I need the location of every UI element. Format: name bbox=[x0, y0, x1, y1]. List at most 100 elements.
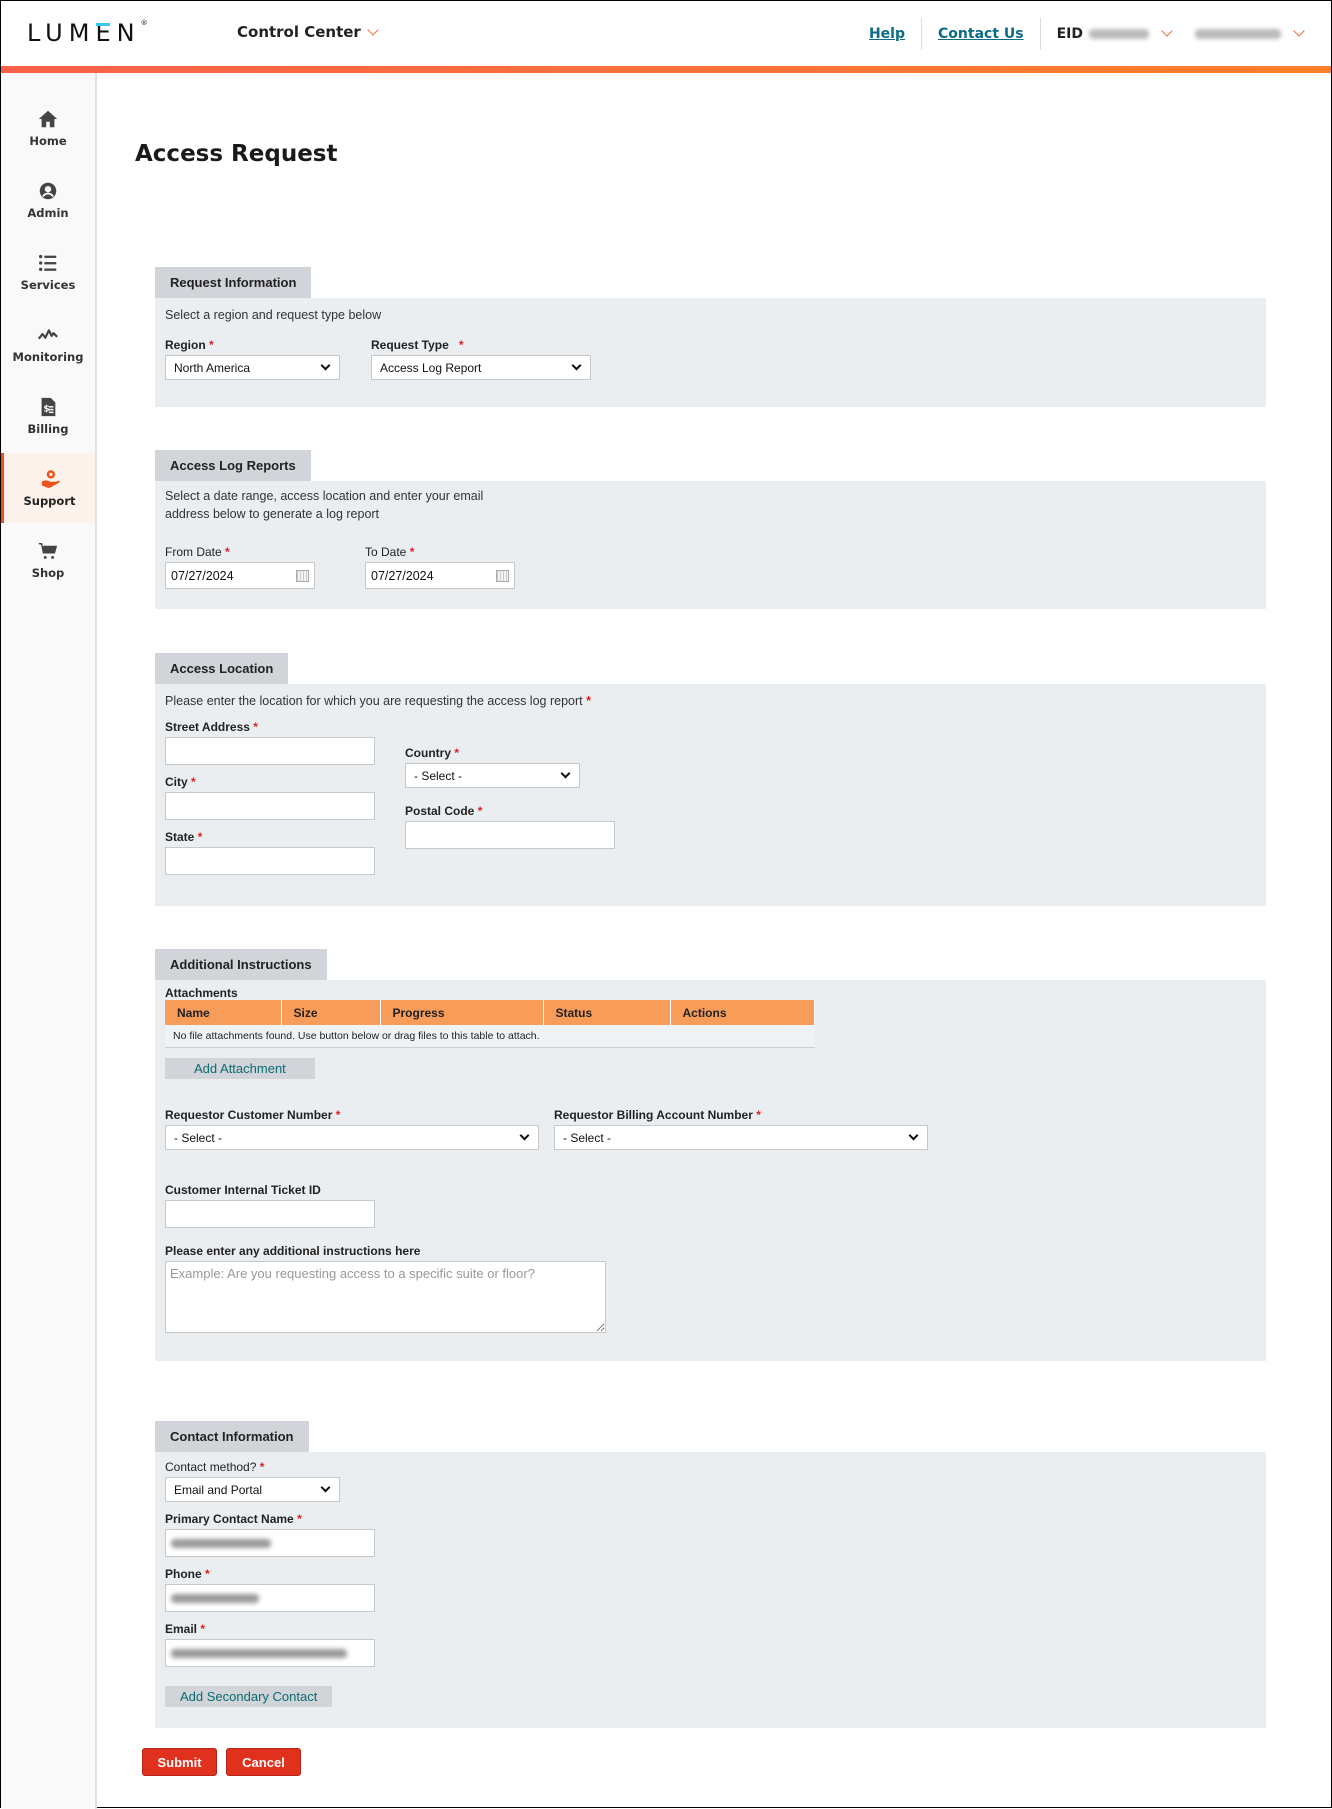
contact-us-link[interactable]: Contact Us bbox=[922, 26, 1040, 42]
request-type-select[interactable]: Access Log Report bbox=[371, 355, 591, 380]
email-field: Email * bbox=[165, 1622, 375, 1667]
required-marker: * bbox=[477, 804, 483, 818]
section-hint-line-2: address below to generate a log report bbox=[165, 507, 380, 521]
street-address-label: Street Address bbox=[165, 720, 250, 734]
billing-account-label: Requestor Billing Account Number bbox=[554, 1108, 753, 1122]
to-date-label: To Date bbox=[365, 545, 407, 559]
chevron-down-icon bbox=[519, 1130, 530, 1141]
column-header-actions[interactable]: Actions bbox=[670, 1000, 815, 1025]
required-marker: * bbox=[200, 1622, 206, 1636]
list-icon bbox=[39, 254, 57, 272]
sidebar-item-support[interactable]: Support bbox=[1, 453, 95, 523]
support-hand-icon bbox=[41, 470, 60, 488]
country-select[interactable]: - Select - bbox=[405, 763, 580, 788]
sidebar-item-label: Shop bbox=[31, 566, 65, 580]
submit-button[interactable]: Submit bbox=[142, 1748, 217, 1776]
sidebar-item-label: Services bbox=[20, 278, 76, 292]
sidebar-item-services[interactable]: Services bbox=[1, 237, 95, 307]
sidebar-item-monitoring[interactable]: Monitoring bbox=[1, 309, 95, 379]
add-attachment-button[interactable]: Add Attachment bbox=[165, 1058, 315, 1079]
customer-number-value: - Select - bbox=[174, 1130, 223, 1145]
contact-method-field: Contact method? * Email and Portal bbox=[165, 1460, 340, 1502]
street-address-field: Street Address * bbox=[165, 720, 375, 765]
pulse-icon bbox=[37, 329, 58, 340]
sidebar-item-label: Billing bbox=[27, 422, 69, 436]
instructions-field: Please enter any additional instructions… bbox=[165, 1244, 606, 1338]
top-links: Help Contact Us EID bbox=[853, 1, 1305, 66]
sidebar-item-shop[interactable]: Shop bbox=[1, 525, 95, 595]
to-date-value: 07/27/2024 bbox=[371, 568, 434, 583]
phone-input[interactable] bbox=[165, 1584, 375, 1612]
request-type-value: Access Log Report bbox=[380, 360, 482, 375]
instructions-label: Please enter any additional instructions… bbox=[165, 1244, 421, 1258]
instructions-textarea[interactable] bbox=[165, 1261, 606, 1333]
section-tab: Request Information bbox=[155, 267, 312, 298]
section-tab: Access Log Reports bbox=[155, 450, 311, 481]
calendar-icon[interactable] bbox=[296, 569, 309, 582]
sidebar-item-home[interactable]: Home bbox=[1, 93, 95, 163]
ticket-id-input[interactable] bbox=[165, 1200, 375, 1228]
section-hint-line-1: Select a date range, access location and… bbox=[165, 489, 484, 503]
sidebar-item-label: Home bbox=[29, 134, 67, 148]
redacted-value bbox=[171, 1538, 271, 1548]
billing-account-value: - Select - bbox=[563, 1130, 612, 1145]
svg-text:$: $ bbox=[43, 404, 49, 415]
calendar-icon[interactable] bbox=[496, 569, 509, 582]
street-address-input[interactable] bbox=[165, 737, 375, 765]
required-marker: * bbox=[253, 720, 258, 734]
customer-number-label: Requestor Customer Number bbox=[165, 1108, 333, 1122]
state-input[interactable] bbox=[165, 847, 375, 875]
cancel-button[interactable]: Cancel bbox=[226, 1748, 301, 1776]
state-field: State * bbox=[165, 830, 375, 875]
city-input[interactable] bbox=[165, 792, 375, 820]
chevron-down-icon bbox=[367, 23, 379, 36]
app-switcher[interactable]: Control Center bbox=[237, 23, 379, 41]
app-name: Control Center bbox=[237, 23, 361, 41]
postal-code-input[interactable] bbox=[405, 821, 615, 849]
lumen-logo[interactable]: LUMEN® bbox=[27, 19, 148, 47]
sidebar-item-billing[interactable]: $ Billing bbox=[1, 381, 95, 451]
column-header-progress[interactable]: Progress bbox=[380, 1000, 544, 1025]
section-body: Please enter the location for which you … bbox=[155, 684, 1266, 906]
billing-account-field: Requestor Billing Account Number * - Sel… bbox=[554, 1108, 928, 1150]
eid-selector[interactable]: EID bbox=[1041, 25, 1173, 42]
chevron-down-icon bbox=[571, 360, 582, 371]
contact-method-select[interactable]: Email and Portal bbox=[165, 1477, 340, 1502]
section-hint: Select a region and request type below bbox=[165, 308, 382, 322]
email-label: Email bbox=[165, 1622, 198, 1636]
section-hint: Please enter the location for which you … bbox=[165, 692, 1256, 710]
attachments-label: Attachments bbox=[165, 986, 238, 1000]
sidebar-item-label: Admin bbox=[27, 206, 69, 220]
request-type-label: Request Type bbox=[371, 338, 449, 352]
email-input[interactable] bbox=[165, 1639, 375, 1667]
primary-contact-name-input[interactable] bbox=[165, 1529, 375, 1557]
access-location-section: Access Location Please enter the locatio… bbox=[155, 653, 1266, 906]
required-marker: * bbox=[259, 1460, 265, 1474]
invoice-icon: $ bbox=[41, 397, 56, 417]
section-body: Attachments Name Size Progress Status Ac… bbox=[155, 980, 1266, 1361]
add-secondary-contact-button[interactable]: Add Secondary Contact bbox=[165, 1686, 333, 1707]
user-menu[interactable] bbox=[1171, 25, 1305, 39]
column-header-size[interactable]: Size bbox=[281, 1000, 381, 1025]
request-information-section: Request Information Select a region and … bbox=[155, 267, 1266, 407]
region-select[interactable]: North America bbox=[165, 355, 340, 380]
customer-number-select[interactable]: - Select - bbox=[165, 1125, 539, 1150]
required-marker: * bbox=[205, 1567, 210, 1581]
attachments-table[interactable]: Name Size Progress Status Actions No fil… bbox=[165, 1000, 815, 1048]
help-link[interactable]: Help bbox=[853, 26, 921, 42]
chevron-down-icon bbox=[908, 1130, 919, 1141]
section-body: Select a region and request type below R… bbox=[155, 298, 1266, 407]
from-date-input[interactable]: 07/27/2024 bbox=[165, 562, 315, 589]
required-marker: * bbox=[297, 1512, 302, 1526]
to-date-input[interactable]: 07/27/2024 bbox=[365, 562, 515, 589]
to-date-field: To Date * 07/27/2024 bbox=[365, 545, 515, 589]
region-field: Region * North America bbox=[165, 338, 340, 380]
sidebar-item-admin[interactable]: Admin bbox=[1, 165, 95, 235]
username-redacted bbox=[1195, 28, 1281, 39]
city-field: City * bbox=[165, 775, 375, 820]
column-header-status[interactable]: Status bbox=[543, 1000, 671, 1025]
billing-account-select[interactable]: - Select - bbox=[554, 1125, 928, 1150]
column-header-name[interactable]: Name bbox=[165, 1000, 282, 1025]
contact-method-label: Contact method? bbox=[165, 1460, 257, 1474]
secondary-contact-wrapper: Add Secondary Contact bbox=[165, 1686, 333, 1707]
